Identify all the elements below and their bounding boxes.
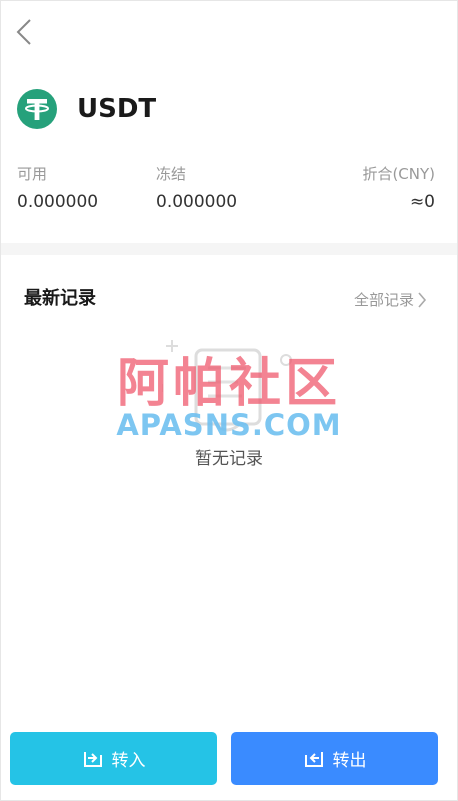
records-title: 最新记录 xyxy=(24,288,96,309)
frozen-value: 0.000000 xyxy=(156,192,238,212)
available-label: 可用 xyxy=(17,165,48,183)
transfer-out-label: 转出 xyxy=(332,751,367,771)
watermark-domain: APASNS.COM xyxy=(116,408,342,442)
tether-icon xyxy=(17,89,57,129)
frozen-label: 冻结 xyxy=(156,165,187,183)
converted-value: ≈0 xyxy=(409,192,435,212)
watermark-text: 阿帕社区 xyxy=(116,354,341,414)
transfer-out-icon xyxy=(304,751,323,767)
section-divider xyxy=(1,243,457,255)
transfer-in-label: 转入 xyxy=(111,751,146,771)
chevron-left-icon xyxy=(16,19,31,45)
transfer-in-icon xyxy=(83,751,102,767)
chevron-right-icon[interactable] xyxy=(417,291,427,309)
transfer-out-button[interactable]: 转出 xyxy=(231,732,438,785)
back-button[interactable] xyxy=(12,16,40,48)
all-records-link[interactable]: 全部记录 xyxy=(354,290,414,310)
empty-records-text: 暂无记录 xyxy=(195,449,263,469)
converted-label: 折合(CNY) xyxy=(362,165,435,183)
available-value: 0.000000 xyxy=(17,192,99,212)
transfer-in-button[interactable]: 转入 xyxy=(10,732,217,785)
coin-name: USDT xyxy=(77,94,157,124)
